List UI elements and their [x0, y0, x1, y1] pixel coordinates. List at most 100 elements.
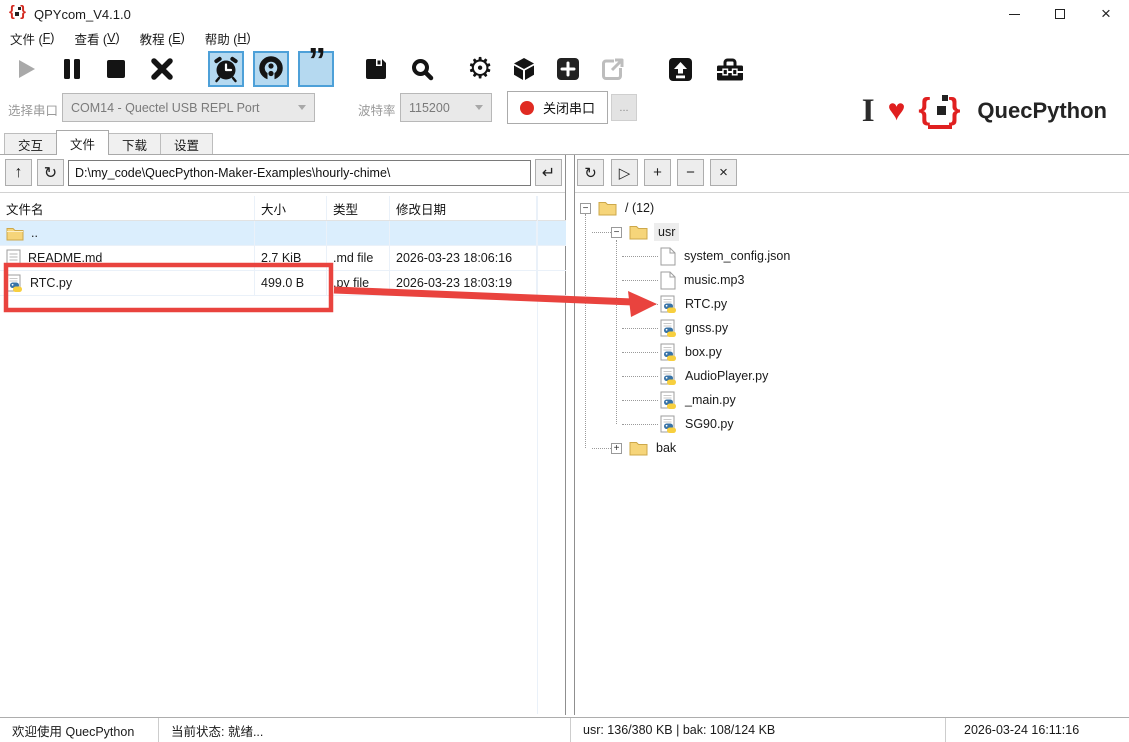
up-dir-button[interactable]: ↑ [5, 159, 32, 186]
python-file-icon [660, 391, 677, 410]
table-row-rtc[interactable]: RTC.py 499.0 B .py file 2026-03-23 18:03… [0, 271, 566, 296]
search-icon [410, 57, 435, 82]
col-size[interactable]: 大小 [255, 196, 327, 220]
app-logo-icon: {} [9, 6, 26, 23]
chevron-down-icon [298, 105, 306, 110]
refresh-device-button[interactable]: ↻ [577, 159, 604, 186]
tree-item-box[interactable]: box.py [575, 340, 1129, 364]
toolbox-button[interactable] [712, 51, 748, 87]
status-bar: 欢迎使用 QuecPython 当前状态: 就绪... usr: 136/380… [0, 717, 1129, 742]
export-button[interactable] [594, 51, 630, 87]
alarm-clock-icon [212, 55, 240, 83]
menu-view[interactable]: 查看 (V) [64, 28, 129, 48]
tree-item-audioplayer[interactable]: AudioPlayer.py [575, 364, 1129, 388]
collapse-icon[interactable]: − [580, 203, 591, 214]
run-script-button[interactable] [8, 51, 44, 87]
tree-item-system-config[interactable]: system_config.json [575, 244, 1129, 268]
brand-i: I [862, 96, 875, 126]
table-row-parent-dir[interactable]: .. [0, 221, 566, 246]
plus-icon: + [653, 164, 662, 181]
pause-button[interactable] [54, 51, 90, 87]
package-button[interactable] [506, 51, 542, 87]
expand-icon[interactable]: + [611, 443, 622, 454]
toolbox-icon [716, 57, 744, 82]
tree-item-music[interactable]: music.mp3 [575, 268, 1129, 292]
table-row-readme[interactable]: README.md 2.7 KiB .md file 2026-03-23 18… [0, 246, 566, 271]
port-select[interactable]: COM14 - Quectel USB REPL Port [62, 93, 315, 122]
tab-interact[interactable]: 交互 [4, 133, 57, 155]
run-file-button[interactable]: ▷ [611, 159, 638, 186]
python-file-icon [660, 367, 677, 386]
close-port-button[interactable]: 关闭串口 [507, 91, 608, 124]
tree-item-rtc[interactable]: RTC.py [575, 292, 1129, 316]
tree-item-usr[interactable]: − usr [575, 220, 1129, 244]
more-options-button[interactable]: ... [611, 94, 637, 121]
tab-settings[interactable]: 设置 [160, 133, 213, 155]
window-title: QPYcom_V4.1.0 [34, 7, 131, 22]
col-type[interactable]: 类型 [327, 196, 390, 220]
minimize-button[interactable] [991, 0, 1037, 28]
file-icon [660, 247, 676, 266]
device-toolbar: ↻ ▷ + − × [575, 155, 1129, 193]
folder-icon [629, 440, 648, 456]
close-button[interactable]: × [1083, 0, 1129, 28]
menu-tutorial[interactable]: 教程 (E) [130, 28, 195, 48]
col-filename[interactable]: 文件名 [0, 196, 255, 220]
col-date[interactable]: 修改日期 [390, 196, 537, 220]
menu-help[interactable]: 帮助 (H) [195, 28, 261, 48]
stop-button[interactable] [98, 51, 134, 87]
settings-button[interactable]: ⚙ [462, 51, 498, 87]
refresh-icon: ↻ [44, 163, 57, 183]
tab-files[interactable]: 文件 [56, 130, 109, 155]
file-icon [660, 271, 676, 290]
local-toolbar: ↑ ↻ ↵ [0, 155, 565, 193]
stop-icon [105, 58, 127, 80]
tab-download[interactable]: 下载 [108, 133, 161, 155]
folder-icon [598, 200, 617, 216]
chevron-down-icon [475, 105, 483, 110]
alarm-tool-button[interactable] [208, 51, 244, 87]
table-header: 文件名 大小 类型 修改日期 [0, 196, 566, 221]
device-files-panel: ↻ ▷ + − × − / (12) − usr system_config.j… [574, 155, 1129, 715]
search-button[interactable] [404, 51, 440, 87]
add-file-button[interactable]: + [644, 159, 671, 186]
collapse-icon[interactable]: − [611, 227, 622, 238]
refresh-icon: ↻ [584, 164, 597, 182]
baud-select[interactable]: 115200 [400, 93, 492, 122]
x-icon: × [719, 164, 728, 181]
local-file-table: 文件名 大小 类型 修改日期 .. README.md 2.7 KiB .md … [0, 196, 566, 296]
tree-item-sg90[interactable]: SG90.py [575, 412, 1129, 436]
brand-area: I ♥ {} QuecPython [862, 92, 1107, 130]
save-button[interactable] [358, 51, 394, 87]
maximize-icon [1055, 9, 1065, 19]
tree-item-main[interactable]: _main.py [575, 388, 1129, 412]
tree-item-bak[interactable]: + bak [575, 436, 1129, 460]
cube-icon [511, 56, 537, 82]
audio-tool-button[interactable] [253, 51, 289, 87]
close-task-button[interactable] [144, 51, 180, 87]
python-file-icon [6, 274, 23, 293]
status-state: 当前状态: 就绪... [158, 718, 570, 742]
python-file-icon [660, 415, 677, 434]
brand-name: QuecPython [977, 98, 1107, 124]
maximize-button[interactable] [1037, 0, 1083, 28]
tree-item-root[interactable]: − / (12) [575, 196, 1129, 220]
column-guide-line [537, 196, 538, 714]
go-path-button[interactable]: ↵ [535, 159, 562, 186]
close-icon: × [1101, 4, 1111, 24]
menu-file[interactable]: 文件 (F) [0, 28, 64, 48]
path-input[interactable] [68, 160, 531, 186]
port-status-dot [520, 101, 534, 115]
delete-file-button[interactable]: × [710, 159, 737, 186]
refresh-local-button[interactable]: ↻ [37, 159, 64, 186]
pause-icon [60, 57, 84, 81]
python-file-icon [660, 295, 677, 314]
quote-tool-button[interactable]: ” [298, 51, 334, 87]
remove-file-button[interactable]: − [677, 159, 704, 186]
tree-item-gnss[interactable]: gnss.py [575, 316, 1129, 340]
upload-firmware-button[interactable] [662, 51, 698, 87]
add-button[interactable] [550, 51, 586, 87]
port-label: 选择串口 [8, 100, 58, 119]
tab-bar: 交互 文件 下载 设置 [0, 130, 1129, 155]
status-welcome: 欢迎使用 QuecPython [0, 718, 158, 742]
